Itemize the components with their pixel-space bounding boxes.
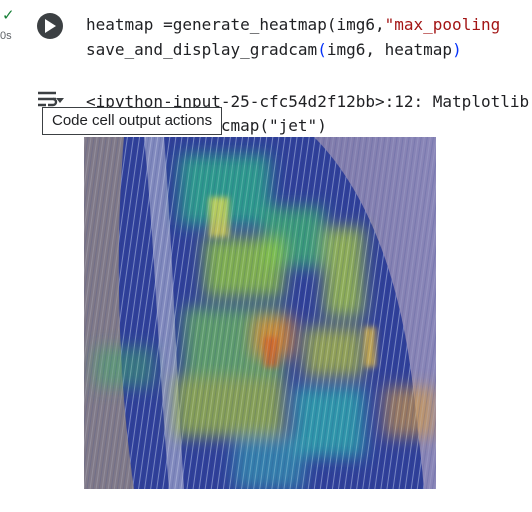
code-line-2: save_and_display_gradcam(img6, heatmap) (86, 40, 462, 59)
play-icon (45, 19, 56, 33)
code-editor[interactable]: heatmap =generate_heatmap(img6,"max_pool… (86, 12, 500, 62)
code-line-1: heatmap =generate_heatmap(img6,"max_pool… (86, 15, 501, 34)
run-cell-button[interactable] (37, 13, 63, 39)
execution-time: 0s (0, 30, 12, 42)
gradcam-heatmap-image (84, 137, 436, 489)
output-actions-tooltip: Code cell output actions (42, 107, 223, 135)
check-icon: ✓ (2, 6, 15, 24)
